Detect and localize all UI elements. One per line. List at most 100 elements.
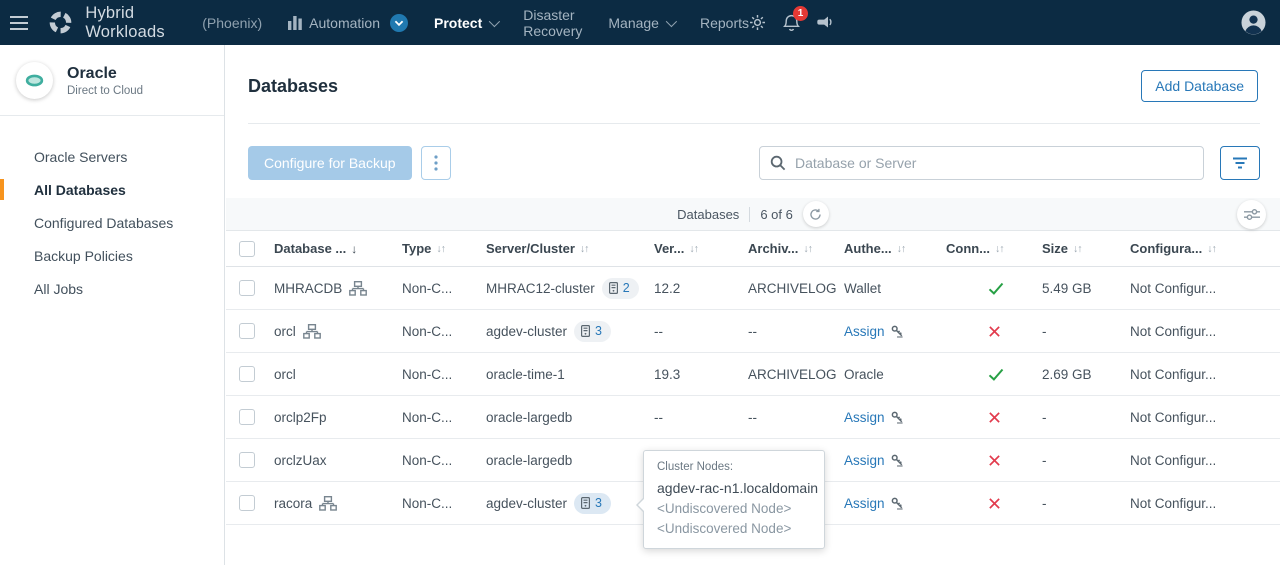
connected-check-icon: [988, 282, 1004, 295]
sidebar-item-all-databases[interactable]: All Databases: [0, 173, 224, 206]
row-checkbox[interactable]: [239, 323, 255, 339]
assign-link[interactable]: Assign: [844, 496, 904, 511]
page-title: Databases: [248, 76, 338, 97]
db-row: MHRACDBNon-C...MHRAC12-cluster212.2ARCHI…: [226, 267, 1280, 310]
db-name[interactable]: racora: [274, 496, 312, 511]
db-name[interactable]: orcl: [274, 367, 296, 382]
sidebar-item-configured-databases[interactable]: Configured Databases: [0, 206, 224, 239]
node-count-badge[interactable]: 2: [602, 278, 639, 299]
column-header-conn[interactable]: Conn...↓↑: [940, 241, 1036, 256]
header-checkbox[interactable]: [239, 241, 255, 257]
connected-check-icon: [988, 368, 1004, 381]
nav-item-reports[interactable]: Reports: [700, 15, 749, 31]
assign-link[interactable]: Assign: [844, 453, 904, 468]
server-cluster-cell: MHRAC12-cluster 2: [480, 278, 648, 299]
nav-item-disaster-recovery[interactable]: Disaster Recovery: [523, 7, 582, 39]
sort-icons: ↓↑: [436, 243, 445, 255]
db-name-cell: orclp2Fp: [268, 410, 396, 425]
sort-icons: ↓↑: [1073, 243, 1082, 255]
column-header-servercluster[interactable]: Server/Cluster↓↑: [480, 241, 648, 256]
authentication-cell: Assign: [838, 410, 940, 425]
row-checkbox[interactable]: [239, 409, 255, 425]
row-checkbox[interactable]: [239, 366, 255, 382]
db-name-cell: racora: [268, 496, 396, 511]
sidebar: Oracle Direct to Cloud Oracle ServersAll…: [0, 45, 225, 565]
db-name[interactable]: orclp2Fp: [274, 410, 327, 425]
nav-item-label: Manage: [608, 15, 659, 31]
authentication-cell: Wallet: [838, 281, 940, 296]
column-header-ver[interactable]: Ver...↓↑: [648, 241, 742, 256]
nav-item-protect[interactable]: Protect: [434, 15, 497, 31]
column-label: Configura...: [1130, 241, 1202, 256]
db-size: -: [1036, 453, 1124, 468]
server-name[interactable]: oracle-largedb: [486, 453, 572, 468]
search-input[interactable]: [795, 155, 1193, 171]
filter-button[interactable]: [1220, 146, 1260, 180]
column-header-type[interactable]: Type↓↑: [396, 241, 480, 256]
row-checkbox[interactable]: [239, 495, 255, 511]
server-name[interactable]: oracle-largedb: [486, 410, 572, 425]
nav-item-manage[interactable]: Manage: [608, 15, 674, 31]
server-name[interactable]: agdev-cluster: [486, 496, 567, 511]
more-actions-button[interactable]: [421, 146, 451, 180]
oracle-app-icon: [16, 62, 53, 99]
db-name[interactable]: orcl: [274, 324, 296, 339]
assign-label: Assign: [844, 496, 885, 511]
assign-link[interactable]: Assign: [844, 324, 904, 339]
server-name[interactable]: agdev-cluster: [486, 324, 567, 339]
cluster-icon: [303, 324, 321, 339]
bell-icon[interactable]: 1: [783, 13, 800, 32]
column-header-database[interactable]: Database ...↓: [268, 241, 396, 256]
refresh-icon[interactable]: [803, 201, 829, 227]
sidebar-item-label: All Databases: [34, 182, 126, 198]
archive-log-mode: --: [742, 324, 838, 339]
row-checkbox[interactable]: [239, 280, 255, 296]
select-all-checkbox[interactable]: [226, 241, 268, 257]
configure-for-backup-button[interactable]: Configure for Backup: [248, 146, 412, 180]
add-database-button[interactable]: Add Database: [1141, 70, 1258, 102]
megaphone-icon[interactable]: [817, 16, 834, 30]
column-header-authe[interactable]: Authe...↓↑: [838, 241, 940, 256]
connected-cell: [940, 497, 1036, 510]
tooltip-node: <Undiscovered Node>: [657, 501, 811, 516]
column-header-archiv[interactable]: Archiv...↓↑: [742, 241, 838, 256]
db-name[interactable]: orclzUax: [274, 453, 327, 468]
db-type: Non-C...: [396, 367, 480, 382]
sidebar-item-label: Backup Policies: [34, 248, 133, 264]
menu-icon[interactable]: [0, 15, 38, 31]
server-name[interactable]: MHRAC12-cluster: [486, 281, 595, 296]
db-name[interactable]: MHRACDB: [274, 281, 342, 296]
column-label: Conn...: [946, 241, 990, 256]
user-avatar[interactable]: [1241, 10, 1266, 35]
db-size: -: [1036, 324, 1124, 339]
assign-link[interactable]: Assign: [844, 410, 904, 425]
nav-item-automation[interactable]: Automation: [288, 14, 408, 32]
tooltip-nodes: agdev-rac-n1.localdomain<Undiscovered No…: [657, 480, 811, 536]
sidebar-item-oracle-servers[interactable]: Oracle Servers: [0, 140, 224, 173]
server-cluster-cell: oracle-largedb: [480, 410, 648, 425]
brand-name: Hybrid Workloads: [85, 4, 196, 42]
db-version: --: [648, 324, 742, 339]
chevron-down-circle-icon[interactable]: [390, 14, 408, 32]
sidebar-item-backup-policies[interactable]: Backup Policies: [0, 239, 224, 272]
sidebar-item-all-jobs[interactable]: All Jobs: [0, 272, 224, 305]
brand-suffix: (Phoenix): [202, 15, 262, 31]
not-connected-cross-icon: [988, 325, 1001, 338]
not-connected-cross-icon: [988, 497, 1001, 510]
node-count-badge[interactable]: 3: [574, 493, 611, 514]
archive-log-mode: ARCHIVELOG: [742, 281, 838, 296]
gear-icon[interactable]: [749, 14, 766, 31]
key-icon: [891, 454, 904, 467]
assign-label: Assign: [844, 324, 885, 339]
column-header-configura[interactable]: Configura... ↓↑: [1124, 241, 1280, 256]
brand-logo-icon[interactable]: [48, 10, 73, 35]
column-header-size[interactable]: Size↓↑: [1036, 241, 1124, 256]
row-checkbox[interactable]: [239, 452, 255, 468]
sort-icons: ↓↑: [1207, 243, 1216, 255]
server-cluster-cell: agdev-cluster 3: [480, 493, 648, 514]
connected-cell: [940, 411, 1036, 424]
column-settings-icon[interactable]: [1237, 200, 1266, 229]
connected-cell: [940, 368, 1036, 381]
server-name[interactable]: oracle-time-1: [486, 367, 565, 382]
node-count-badge[interactable]: 3: [574, 321, 611, 342]
